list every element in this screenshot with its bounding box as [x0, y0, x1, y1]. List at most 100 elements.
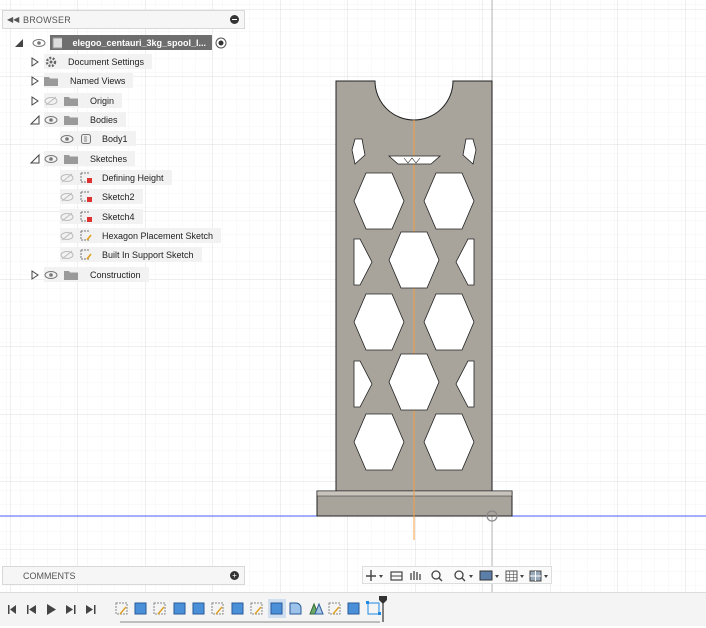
comments-title: COMMENTS [23, 571, 76, 581]
hidden-eye-icon[interactable] [60, 250, 74, 260]
locked-sketch-icon [80, 191, 92, 202]
browser-item-bodies[interactable]: Bodies [30, 111, 126, 128]
spool-holder-model[interactable] [316, 80, 513, 540]
collapse-panel-icon[interactable]: ◀◀ [7, 15, 19, 24]
browser-panel-header[interactable]: ◀◀ BROWSER [2, 10, 245, 29]
locked-sketch-icon [80, 211, 92, 222]
sketch-feature-icon [366, 601, 381, 615]
pattern-feature-icon [309, 602, 324, 615]
folder-icon [64, 96, 78, 106]
sketch-feature-icon [115, 602, 128, 615]
extrude-feature-icon [347, 602, 360, 615]
body-icon [81, 133, 91, 144]
visibility-eye-icon[interactable] [44, 115, 58, 125]
collapse-arrow-icon[interactable] [30, 153, 40, 164]
sketch-icon [80, 249, 92, 259]
browser-item-named-views[interactable]: Named Views [30, 72, 134, 89]
next-icon[interactable] [66, 605, 76, 614]
folder-icon [44, 76, 58, 86]
fit-icon[interactable] [454, 570, 473, 582]
browser-item-label: Hexagon Placement Sketch [102, 230, 214, 241]
hidden-eye-icon[interactable] [60, 231, 74, 241]
browser-item-label: Construction [90, 269, 141, 280]
extrude-feature-icon [134, 602, 147, 615]
browser-item-built-in-support-sketch[interactable]: Built In Support Sketch [60, 246, 202, 263]
minimize-panel-icon[interactable] [230, 15, 239, 24]
browser-item-label: Origin [90, 95, 115, 106]
look-at-icon[interactable] [390, 571, 403, 581]
visibility-eye-icon[interactable] [32, 38, 46, 48]
timeline-features[interactable] [115, 599, 381, 618]
collapse-arrow-icon[interactable] [30, 114, 40, 125]
browser-item-body1[interactable]: Body1 [60, 130, 136, 147]
hidden-eye-icon[interactable] [60, 192, 74, 202]
folder-icon [64, 270, 78, 280]
add-comment-icon[interactable]: + [230, 571, 239, 580]
extrude-feature-icon [270, 602, 283, 615]
navigation-toolbar-icons [366, 570, 548, 582]
browser-item-label: Body1 [102, 133, 128, 144]
sketch-feature-icon [328, 602, 341, 615]
expand-arrow-icon[interactable] [30, 95, 40, 106]
browser-item-sketch4[interactable]: Sketch4 [60, 208, 143, 225]
browser-item-defining-height[interactable]: Defining Height [60, 169, 172, 186]
navigation-toolbar [362, 566, 552, 584]
timeline-marker[interactable] [379, 596, 387, 622]
browser-item-label: Document Settings [68, 56, 145, 67]
hidden-eye-icon[interactable] [44, 96, 58, 106]
orbit-icon[interactable] [366, 570, 383, 581]
extrude-feature-icon [173, 602, 186, 615]
hidden-eye-icon[interactable] [60, 173, 74, 183]
visibility-eye-icon[interactable] [44, 270, 58, 280]
display-icon[interactable] [479, 570, 499, 581]
browser-document-row[interactable]: elegoo_centauri_3kg_spool_l... [14, 34, 227, 51]
folder-icon [64, 154, 78, 164]
gear-icon [45, 56, 57, 67]
sketch-icon [80, 230, 92, 240]
browser-item-label: Sketch2 [102, 191, 135, 202]
activate-radio-icon[interactable] [215, 37, 227, 49]
extrude-feature-icon [192, 602, 205, 615]
browser-item-label: Bodies [90, 114, 118, 125]
fillet-feature-icon [289, 602, 302, 615]
browser-item-construction[interactable]: Construction [30, 266, 149, 283]
document-icon [52, 37, 63, 48]
document-name-pill[interactable]: elegoo_centauri_3kg_spool_l... [50, 35, 212, 50]
viewports-icon[interactable] [529, 570, 548, 582]
browser-item-label: Sketch4 [102, 211, 135, 222]
document-name: elegoo_centauri_3kg_spool_l... [72, 37, 206, 48]
zoom-icon[interactable] [431, 570, 443, 582]
visibility-eye-icon[interactable] [44, 154, 58, 164]
browser-item-label: Defining Height [102, 172, 164, 183]
grid-icon[interactable] [505, 570, 524, 582]
browser-item-label: Sketches [90, 153, 128, 164]
hidden-eye-icon[interactable] [60, 212, 74, 222]
first-icon[interactable] [8, 605, 16, 614]
pan-icon[interactable] [410, 571, 421, 580]
browser-item-label: Named Views [70, 75, 126, 86]
browser-title: BROWSER [23, 15, 71, 25]
folder-icon [64, 115, 78, 125]
sketch-feature-icon [153, 602, 166, 615]
locked-sketch-icon [80, 172, 92, 183]
timeline-bar [0, 592, 706, 626]
play-icon[interactable] [47, 604, 56, 615]
browser-item-sketch2[interactable]: Sketch2 [60, 188, 143, 205]
sketch-feature-icon [211, 602, 224, 615]
collapse-arrow-icon[interactable] [14, 38, 24, 48]
browser-item-origin[interactable]: Origin [30, 92, 123, 109]
browser-item-sketches[interactable]: Sketches [30, 150, 136, 167]
comments-panel-header[interactable]: COMMENTS + [2, 566, 245, 585]
timeline-controls [8, 596, 387, 623]
browser-item-document-settings[interactable]: Document Settings [30, 53, 153, 70]
extrude-feature-icon [231, 602, 244, 615]
expand-arrow-icon[interactable] [30, 269, 40, 280]
expand-arrow-icon[interactable] [30, 56, 40, 67]
visibility-eye-icon[interactable] [60, 134, 74, 144]
browser-item-hexagon-placement-sketch[interactable]: Hexagon Placement Sketch [60, 227, 222, 244]
previous-icon[interactable] [27, 605, 36, 614]
browser-item-label: Built In Support Sketch [102, 249, 194, 260]
sketch-feature-icon [250, 602, 263, 615]
expand-arrow-icon[interactable] [30, 75, 40, 86]
last-icon[interactable] [86, 605, 96, 614]
